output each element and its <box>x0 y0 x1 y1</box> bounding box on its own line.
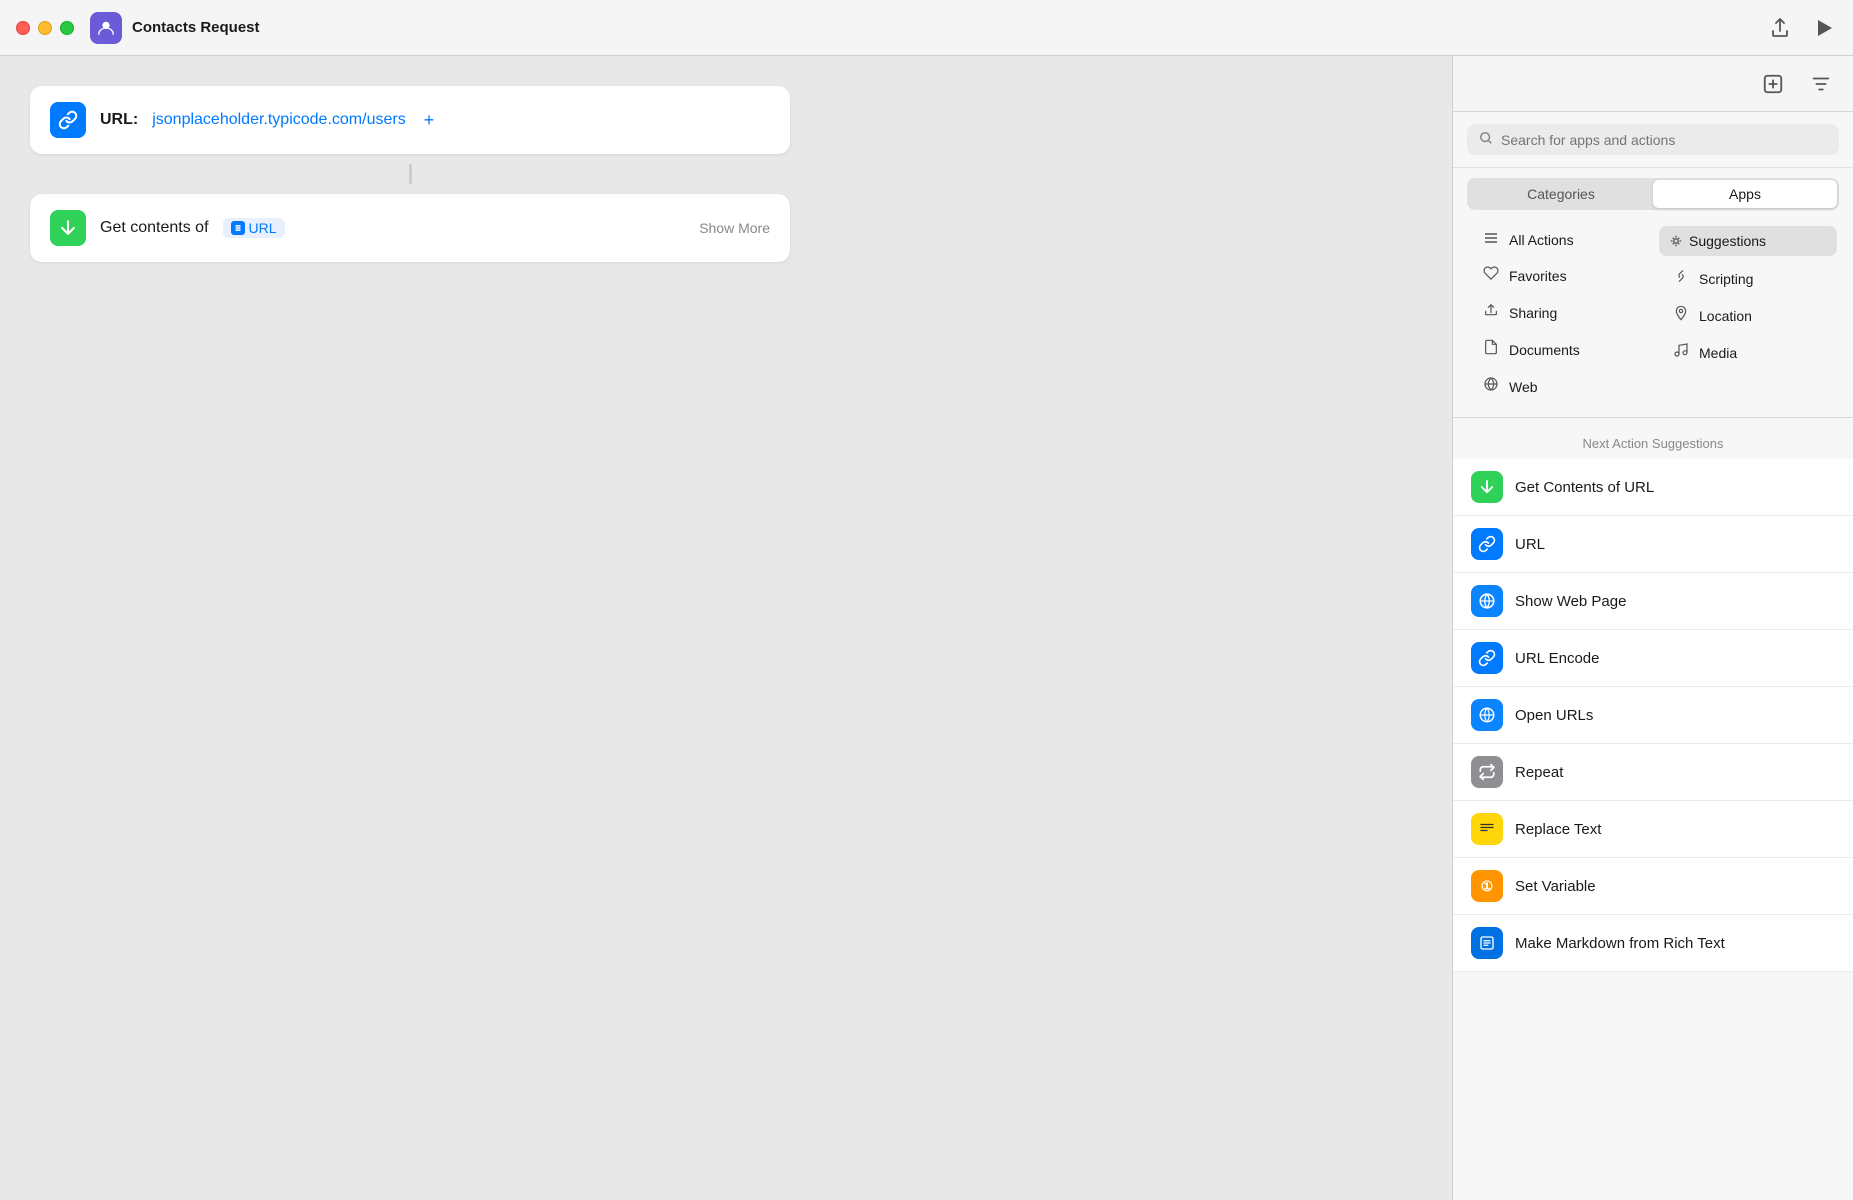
suggestion-url-encode[interactable]: URL Encode <box>1453 630 1853 687</box>
cat-documents-label: Documents <box>1509 342 1580 358</box>
all-actions-icon <box>1481 230 1501 249</box>
favorites-icon <box>1481 265 1501 286</box>
suggestions-section-title: Next Action Suggestions <box>1453 422 1853 459</box>
sugg-label-repeat: Repeat <box>1515 764 1563 781</box>
cat-all-actions-label: All Actions <box>1509 232 1574 248</box>
search-input[interactable] <box>1501 132 1827 148</box>
suggestion-url[interactable]: URL <box>1453 516 1853 573</box>
sugg-icon-url <box>1471 528 1503 560</box>
cat-sharing[interactable]: Sharing <box>1463 294 1653 331</box>
window-title: Contacts Request <box>132 19 260 36</box>
sugg-icon-get-contents <box>1471 471 1503 503</box>
sugg-icon-repeat <box>1471 756 1503 788</box>
sugg-label-url-encode: URL Encode <box>1515 650 1600 667</box>
tab-toggle: Categories Apps <box>1467 178 1839 210</box>
sugg-icon-open-urls <box>1471 699 1503 731</box>
location-icon <box>1671 305 1691 326</box>
url-card-icon <box>50 102 86 138</box>
play-button[interactable] <box>1813 15 1837 41</box>
suggestion-get-contents-url[interactable]: Get Contents of URL <box>1453 459 1853 516</box>
suggestion-open-urls[interactable]: Open URLs <box>1453 687 1853 744</box>
scripting-icon <box>1671 268 1691 289</box>
show-more-button[interactable]: Show More <box>699 220 770 236</box>
cat-favorites[interactable]: Favorites <box>1463 257 1653 294</box>
filter-button[interactable] <box>1805 68 1837 100</box>
sugg-icon-make-markdown <box>1471 927 1503 959</box>
action-card: Get contents of URL Show More <box>30 194 790 262</box>
title-bar: Contacts Request <box>0 0 1853 56</box>
suggestion-replace-text[interactable]: Replace Text <box>1453 801 1853 858</box>
set-variable-number: ① <box>1481 878 1494 895</box>
canvas-area: URL: jsonplaceholder.typicode.com/users … <box>0 56 1452 1200</box>
suggestions-section: Next Action Suggestions Get Contents of … <box>1453 422 1853 1200</box>
cat-sharing-label: Sharing <box>1509 305 1557 321</box>
action-card-icon <box>50 210 86 246</box>
media-icon <box>1671 342 1691 363</box>
cat-scripting-label: Scripting <box>1699 271 1753 287</box>
apps-tab[interactable]: Apps <box>1653 180 1837 208</box>
sidebar: Categories Apps All Actions <box>1453 56 1853 1200</box>
web-icon <box>1481 376 1501 397</box>
documents-icon <box>1481 339 1501 360</box>
cat-media[interactable]: Media <box>1653 334 1843 371</box>
app-icon <box>90 12 122 44</box>
suggestion-make-markdown[interactable]: Make Markdown from Rich Text <box>1453 915 1853 972</box>
sugg-label-open-urls: Open URLs <box>1515 707 1593 724</box>
search-icon <box>1479 131 1493 148</box>
sugg-icon-set-variable: ① <box>1471 870 1503 902</box>
action-token-icon <box>231 221 245 235</box>
close-button[interactable] <box>16 21 30 35</box>
sidebar-divider <box>1453 417 1853 418</box>
cat-documents[interactable]: Documents <box>1463 331 1653 368</box>
add-action-button[interactable] <box>1757 68 1789 100</box>
minimize-button[interactable] <box>38 21 52 35</box>
suggestion-set-variable[interactable]: ① Set Variable <box>1453 858 1853 915</box>
url-value[interactable]: jsonplaceholder.typicode.com/users <box>152 111 405 129</box>
cat-scripting[interactable]: Scripting <box>1653 260 1843 297</box>
traffic-lights <box>16 21 74 35</box>
cat-all-actions[interactable]: All Actions <box>1463 222 1653 257</box>
cat-web[interactable]: Web <box>1463 368 1653 405</box>
sharing-icon <box>1481 302 1501 323</box>
url-card: URL: jsonplaceholder.typicode.com/users … <box>30 86 790 154</box>
cat-location[interactable]: Location <box>1653 297 1843 334</box>
sugg-label-make-markdown: Make Markdown from Rich Text <box>1515 935 1725 952</box>
sugg-label-get-contents: Get Contents of URL <box>1515 479 1654 496</box>
suggestion-show-web-page[interactable]: Show Web Page <box>1453 573 1853 630</box>
url-label: URL: <box>100 111 138 129</box>
action-label: Get contents of <box>100 219 209 237</box>
sugg-icon-replace-text <box>1471 813 1503 845</box>
cat-favorites-label: Favorites <box>1509 268 1567 284</box>
action-token[interactable]: URL <box>223 218 285 238</box>
sidebar-top-bar <box>1453 56 1853 112</box>
sugg-label-replace-text: Replace Text <box>1515 821 1601 838</box>
resize-handle[interactable] <box>409 164 412 184</box>
sugg-icon-url-encode <box>1471 642 1503 674</box>
sugg-label-url: URL <box>1515 536 1545 553</box>
title-bar-actions <box>1767 13 1837 43</box>
share-button[interactable] <box>1767 13 1793 43</box>
sugg-label-show-web: Show Web Page <box>1515 593 1626 610</box>
sugg-icon-show-web <box>1471 585 1503 617</box>
sugg-label-set-variable: Set Variable <box>1515 878 1596 895</box>
categories-tab[interactable]: Categories <box>1469 180 1653 208</box>
suggestion-repeat[interactable]: Repeat <box>1453 744 1853 801</box>
cat-media-label: Media <box>1699 345 1737 361</box>
search-bar <box>1453 112 1853 168</box>
cat-web-label: Web <box>1509 379 1538 395</box>
search-input-wrap <box>1467 124 1839 155</box>
main-layout: URL: jsonplaceholder.typicode.com/users … <box>0 56 1853 1200</box>
url-plus-button[interactable]: + <box>424 110 435 131</box>
maximize-button[interactable] <box>60 21 74 35</box>
suggestions-label: Suggestions <box>1689 233 1766 249</box>
suggestions-button[interactable]: Suggestions <box>1659 226 1837 256</box>
cat-location-label: Location <box>1699 308 1752 324</box>
action-token-label: URL <box>249 220 277 236</box>
